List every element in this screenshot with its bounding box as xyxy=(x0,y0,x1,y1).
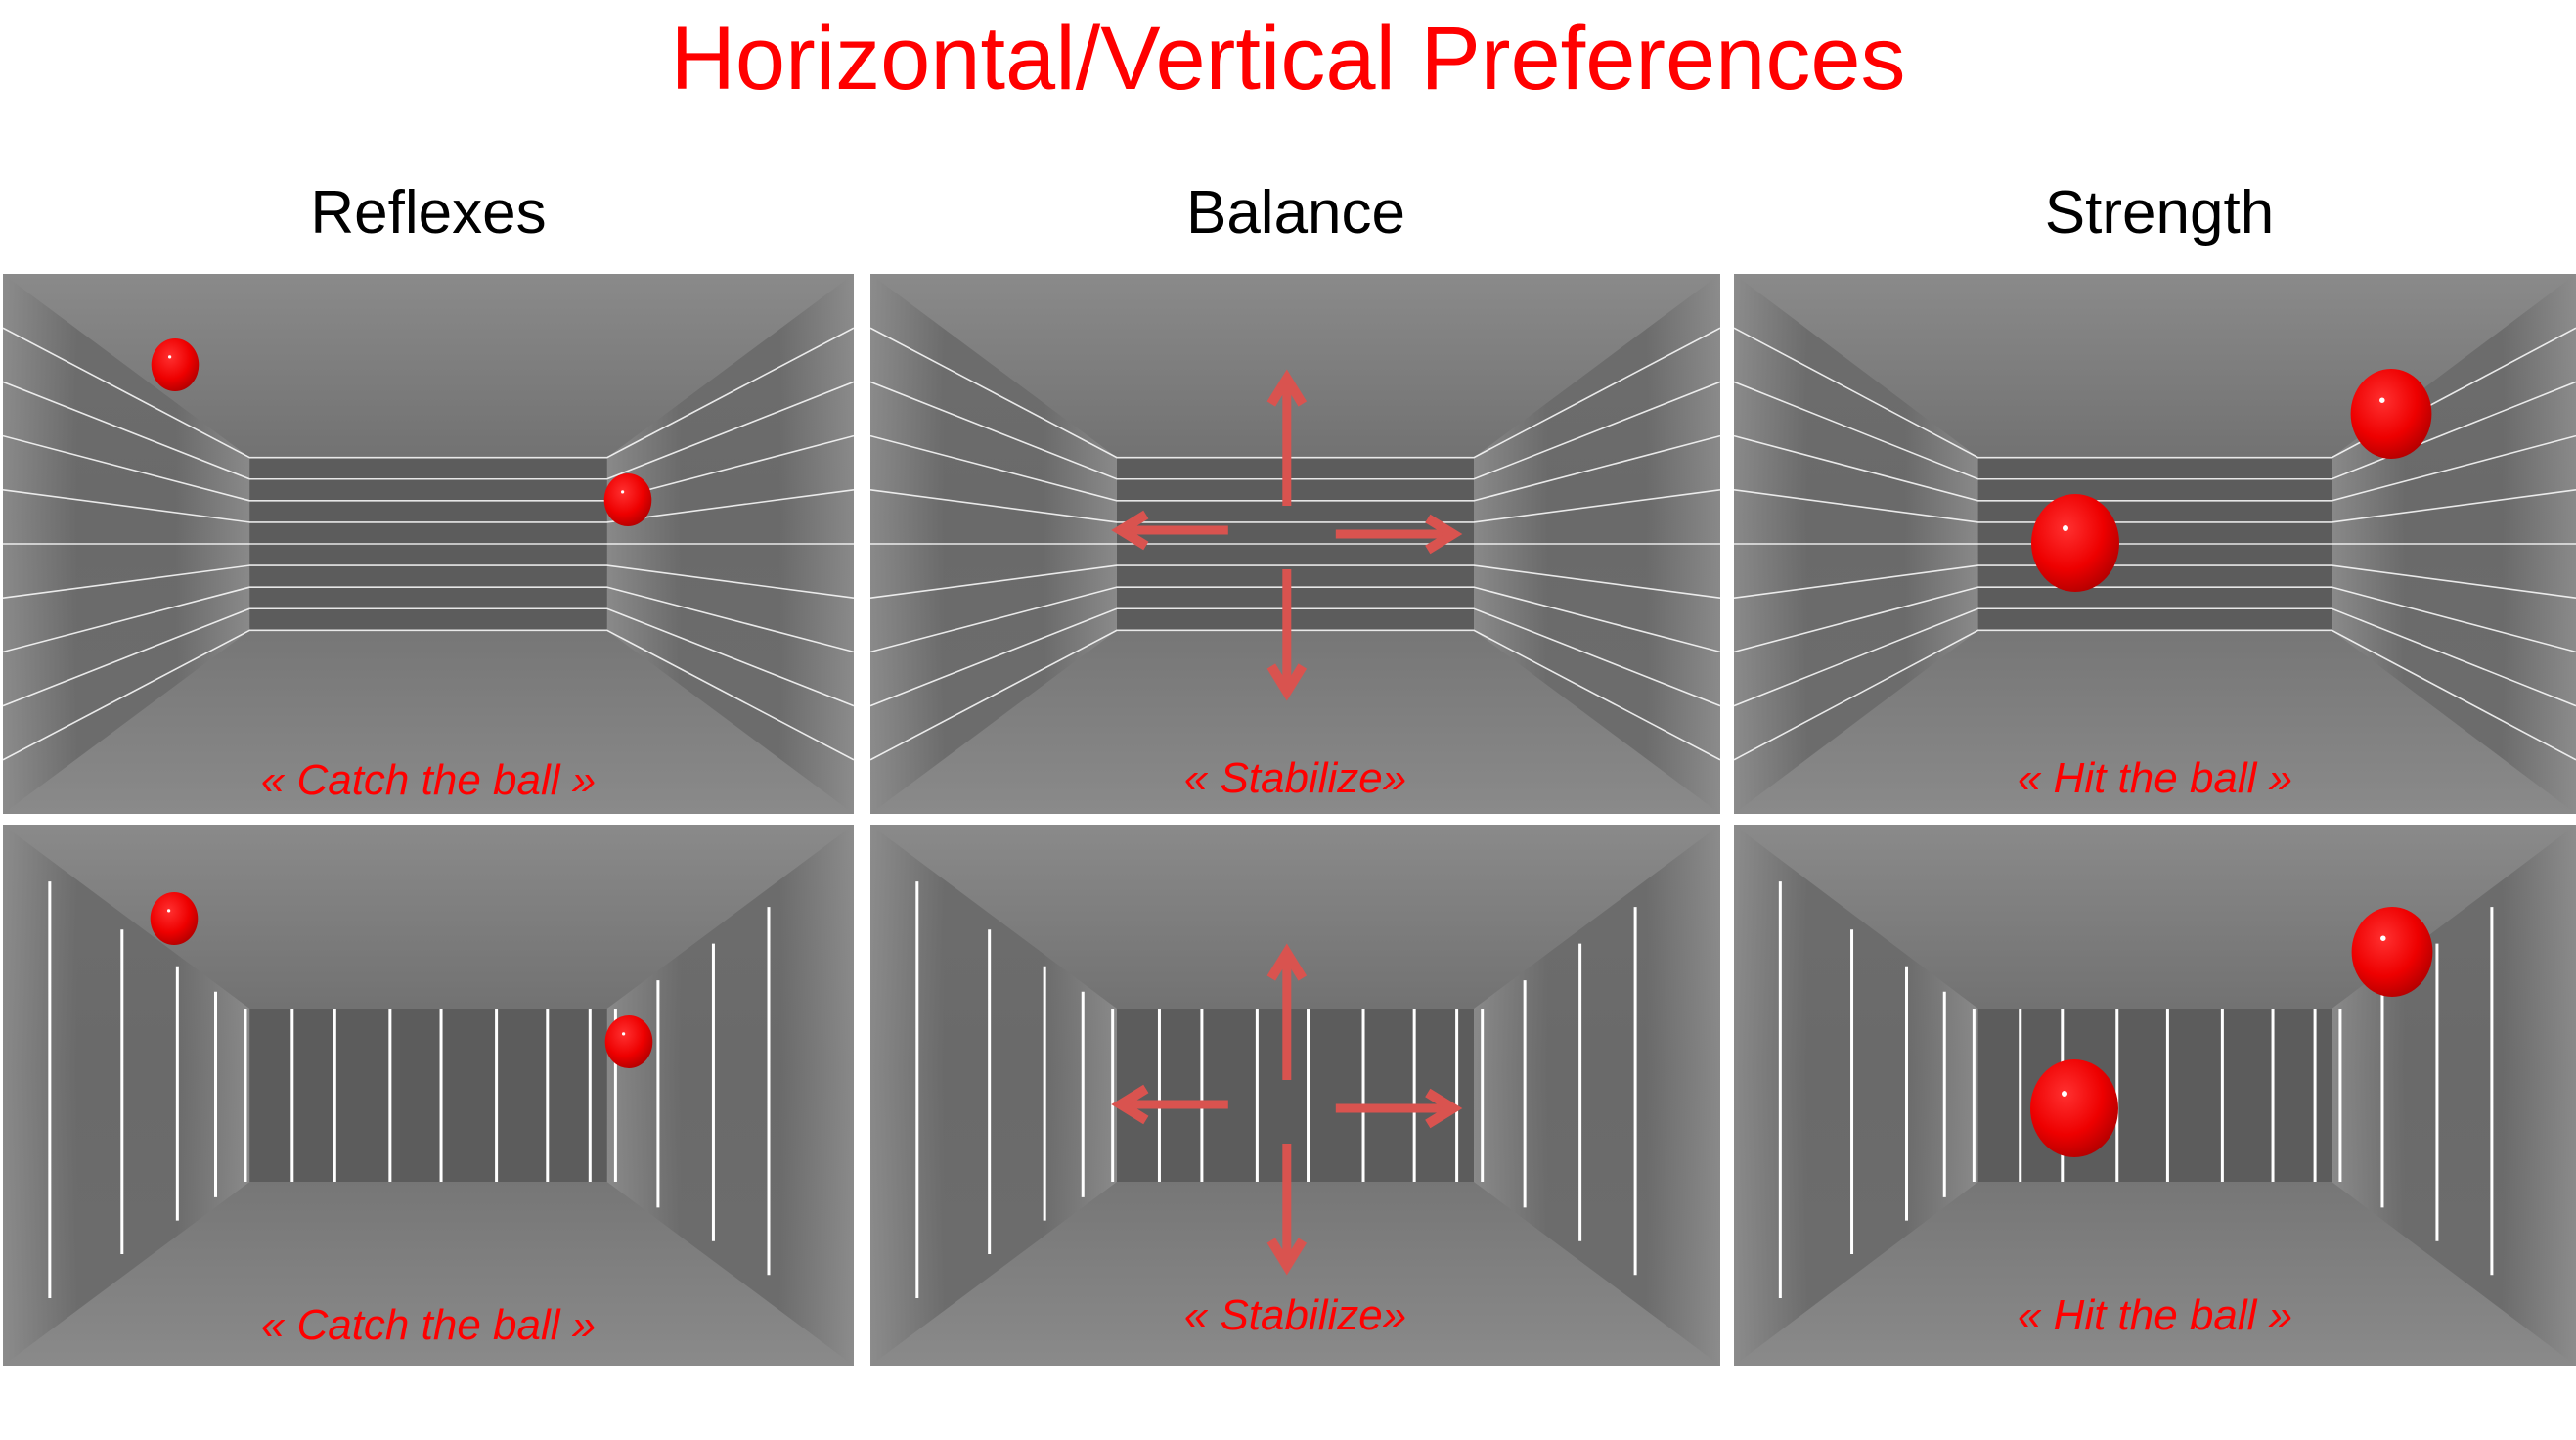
red-ball xyxy=(2351,907,2433,997)
room-scene xyxy=(1734,274,2576,814)
room-scene xyxy=(3,274,854,814)
red-ball xyxy=(2031,494,2119,592)
red-ball xyxy=(604,1015,653,1068)
red-ball xyxy=(150,892,199,945)
room-back-wall xyxy=(249,1009,607,1182)
room-scene xyxy=(3,825,854,1366)
red-ball xyxy=(603,473,652,526)
task-caption: « Hit the ball » xyxy=(2017,1291,2293,1339)
panel-balance-vertical: « Stabilize» xyxy=(870,825,1720,1366)
red-ball xyxy=(2030,1059,2118,1157)
room-scene xyxy=(1734,825,2576,1366)
panel-balance-horizontal: « Stabilize» xyxy=(870,274,1720,814)
panel-strength-horizontal: « Hit the ball » xyxy=(1734,274,2576,814)
room-back-wall xyxy=(1977,1009,2332,1182)
panel-strength-vertical: « Hit the ball » xyxy=(1734,825,2576,1366)
column-heading-strength: Strength xyxy=(2044,179,2275,247)
task-caption: « Hit the ball » xyxy=(2017,754,2293,802)
room-scene xyxy=(870,274,1720,814)
column-heading-reflexes: Reflexes xyxy=(310,179,547,247)
panel-reflexes-vertical: « Catch the ball » xyxy=(3,825,854,1366)
task-caption: « Catch the ball » xyxy=(260,756,597,804)
slide-title: Horizontal/Vertical Preferences xyxy=(670,9,1906,109)
room-scene xyxy=(870,825,1720,1366)
panel-reflexes-horizontal: « Catch the ball » xyxy=(3,274,854,814)
red-ball xyxy=(151,338,200,391)
column-heading-balance: Balance xyxy=(1185,179,1406,247)
task-caption: « Catch the ball » xyxy=(260,1301,597,1349)
room-back-wall xyxy=(1117,1009,1474,1182)
red-ball xyxy=(2350,369,2432,459)
task-caption: « Stabilize» xyxy=(1183,1291,1407,1339)
task-caption: « Stabilize» xyxy=(1183,754,1407,802)
